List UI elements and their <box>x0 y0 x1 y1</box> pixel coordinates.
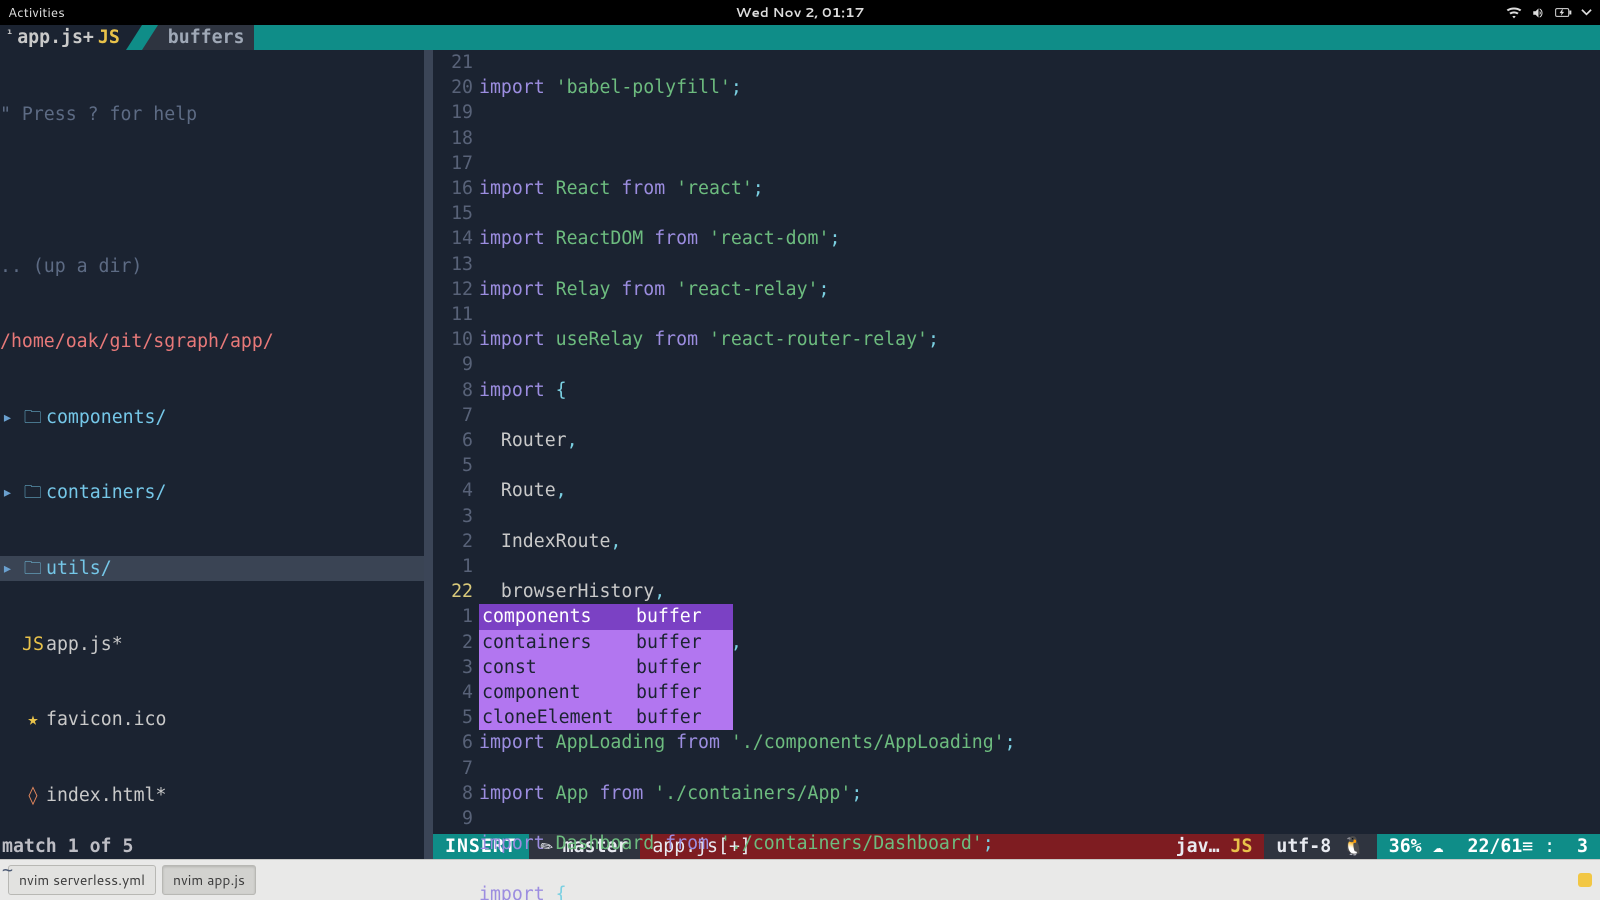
autocomplete-popup[interactable]: componentsbuffer containersbuffer constb… <box>479 604 733 730</box>
tree-dir-utils[interactable]: ▸🗀utils/ <box>0 556 424 581</box>
tab-separator <box>126 25 142 50</box>
file-tree[interactable]: " Press ? for help .. (up a dir) /home/o… <box>0 50 424 834</box>
tree-file-favicon[interactable]: ★favicon.ico <box>0 707 424 732</box>
tree-file-index-html[interactable]: ◊index.html* <box>0 783 424 808</box>
popup-item[interactable]: constbuffer <box>479 655 733 680</box>
popup-item[interactable]: containersbuffer <box>479 630 733 655</box>
popup-item[interactable]: cloneElementbuffer <box>479 705 733 730</box>
terminal: ¹ app.js+ JS buffers " Press ? for help … <box>0 25 1600 859</box>
tree-file-app-js[interactable]: JSapp.js* <box>0 632 424 657</box>
tree-help-hint: " Press ? for help <box>0 102 424 127</box>
gnome-top-bar: Activities Wed Nov 2, 01:17 <box>0 0 1600 25</box>
clock[interactable]: Wed Nov 2, 01:17 <box>736 3 865 22</box>
code-editor[interactable]: 212019 181716 151413 121110 987 654 321 … <box>433 50 1600 834</box>
status-match: match 1 of 5 <box>0 834 424 859</box>
battery-icon <box>1555 6 1572 19</box>
activities-button[interactable]: Activities <box>8 3 65 22</box>
volume-icon <box>1531 6 1546 20</box>
system-tray[interactable] <box>1506 6 1592 20</box>
buffers-indicator[interactable]: buffers <box>142 25 255 50</box>
tilde-row: ~ <box>0 858 424 883</box>
tab-filename: app.js+ <box>17 27 94 48</box>
vertical-split[interactable] <box>424 50 433 834</box>
tree-dir-components[interactable]: ▸🗀components/ <box>0 405 424 430</box>
tree-dir-containers[interactable]: ▸🗀containers/ <box>0 480 424 505</box>
chevron-down-icon <box>1581 7 1592 18</box>
updir[interactable]: .. (up a dir) <box>0 256 142 277</box>
tab-index: ¹ <box>6 27 13 41</box>
tab-app-js[interactable]: ¹ app.js+ JS <box>0 25 126 50</box>
buffer-tabline: ¹ app.js+ JS buffers <box>0 25 1600 50</box>
popup-item[interactable]: componentsbuffer <box>479 604 733 629</box>
wifi-icon <box>1506 6 1522 20</box>
line-number-gutter: 212019 181716 151413 121110 987 654 321 … <box>433 50 479 834</box>
tab-filetype-badge: JS <box>98 27 120 48</box>
tree-cwd: /home/oak/git/sgraph/app/ <box>0 329 424 354</box>
popup-item[interactable]: componentbuffer <box>479 680 733 705</box>
